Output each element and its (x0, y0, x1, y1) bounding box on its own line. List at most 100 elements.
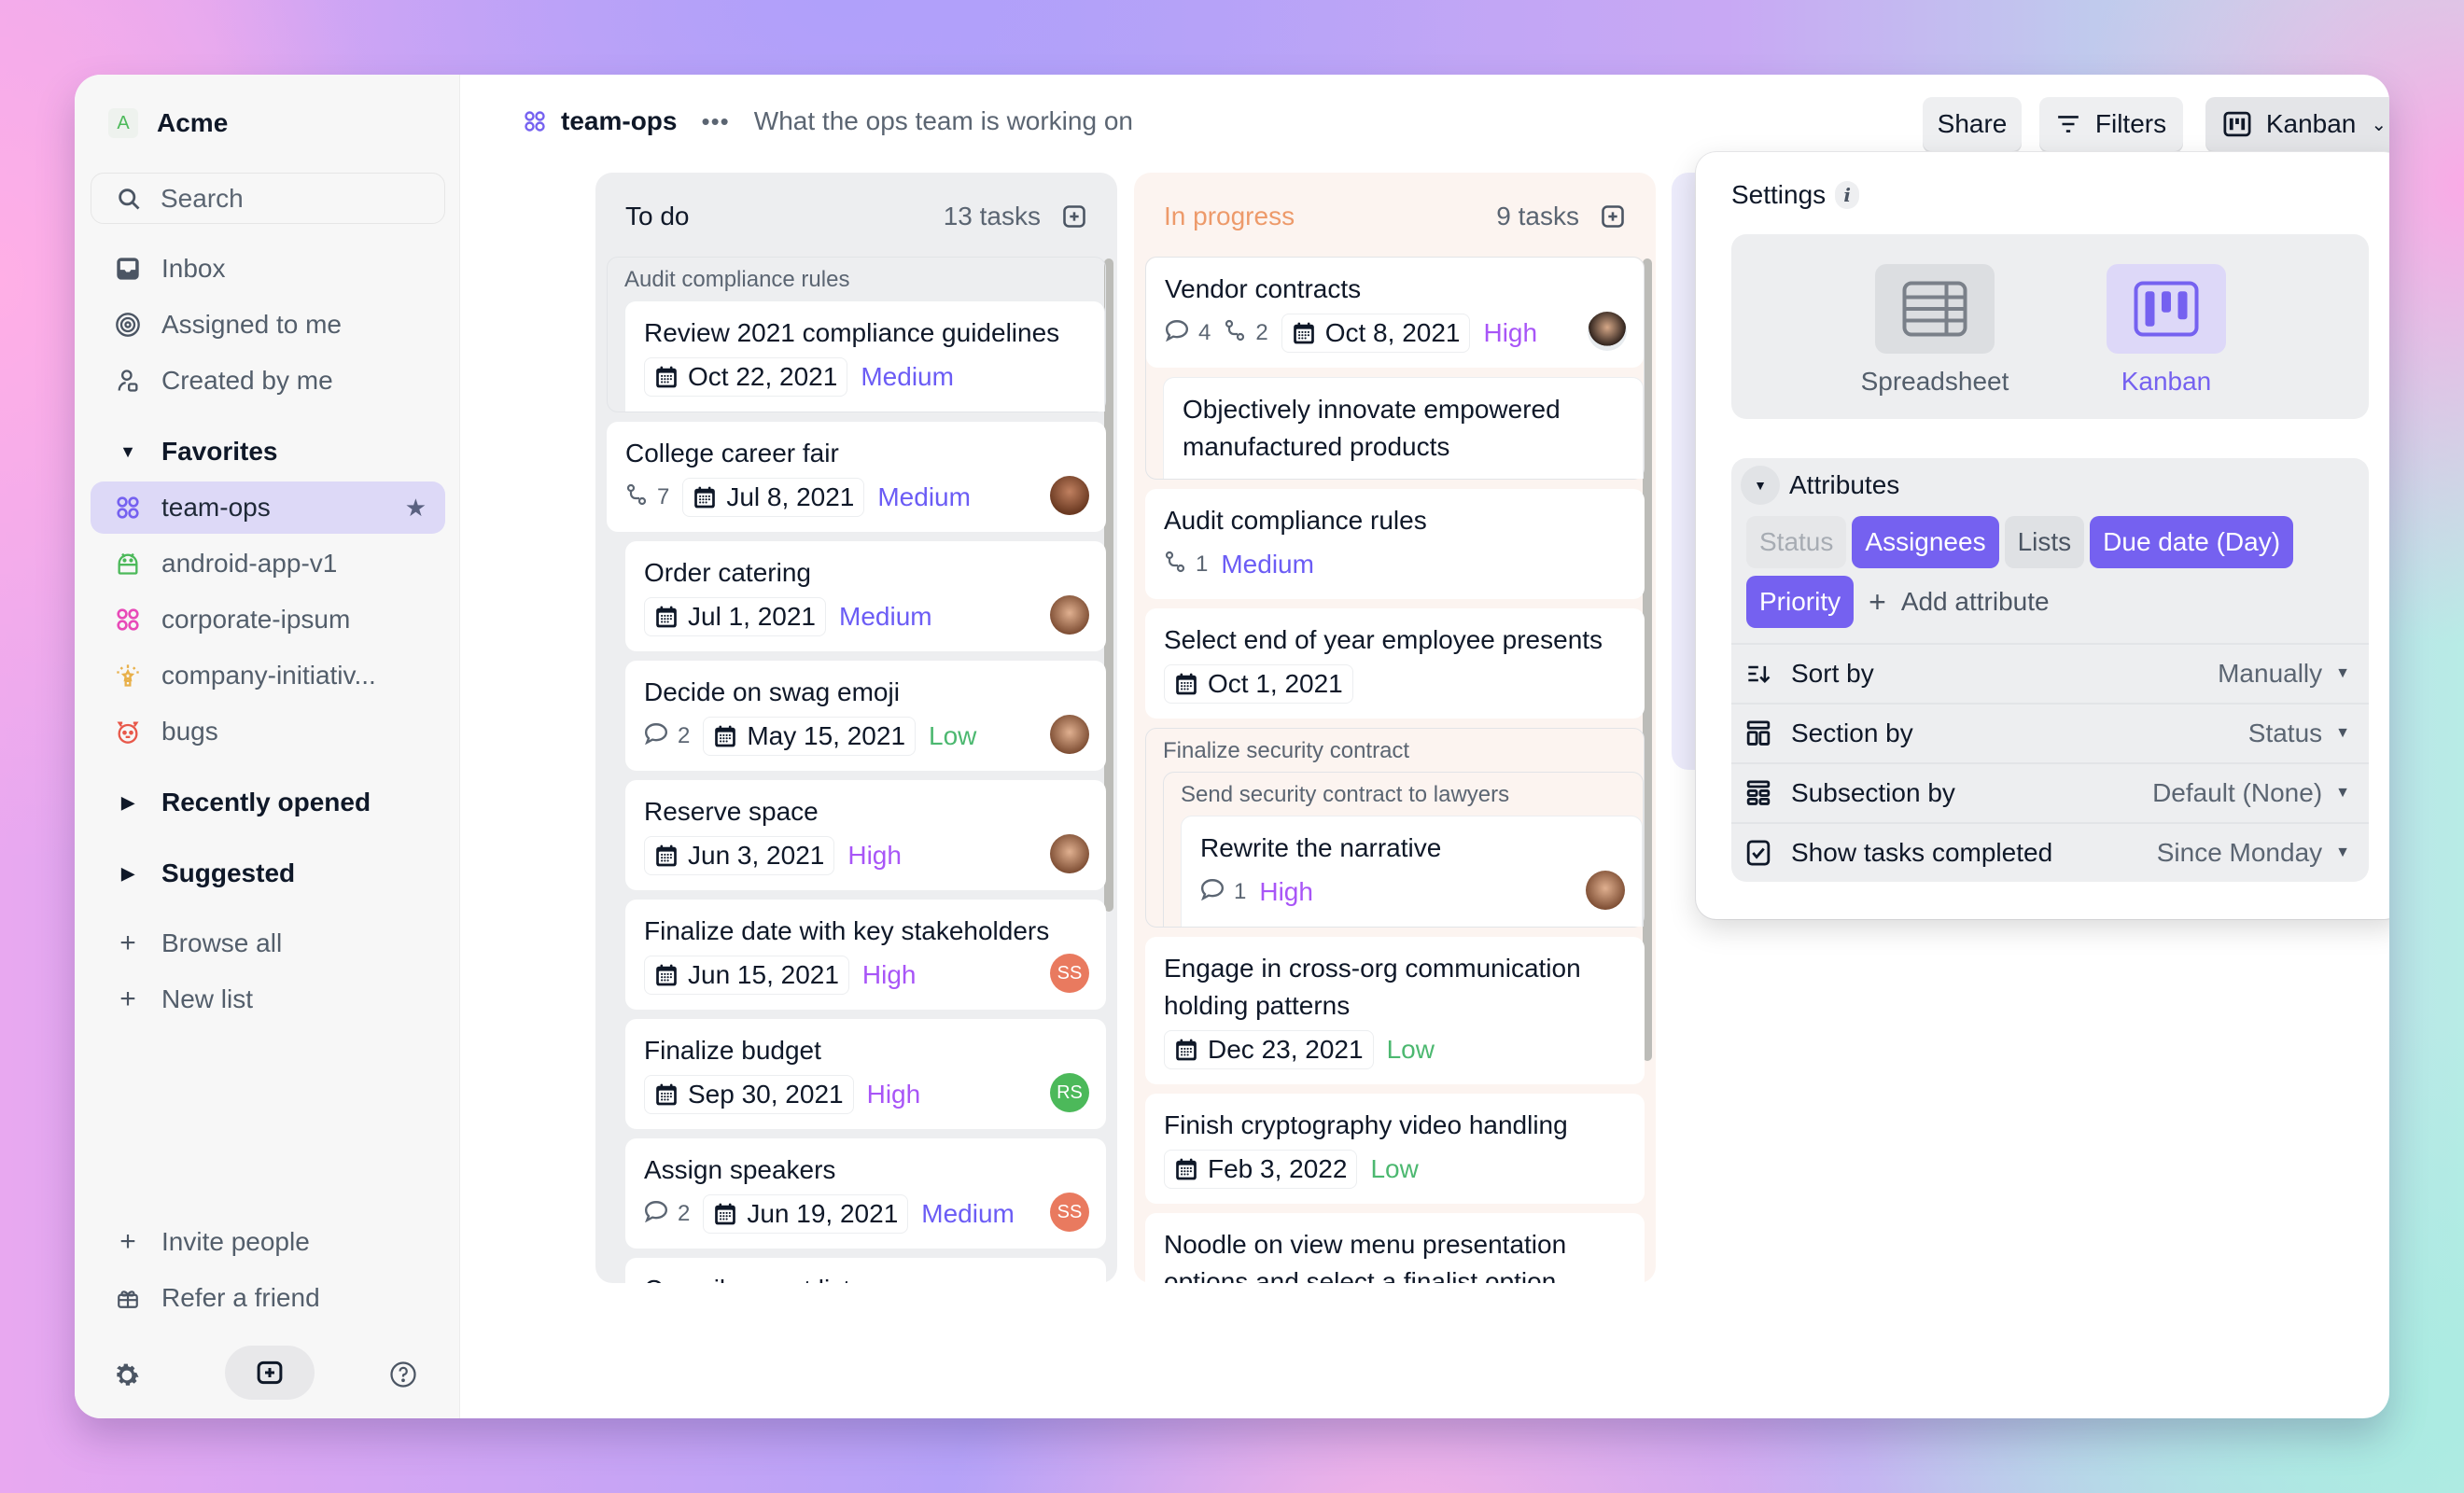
priority-label[interactable]: Medium (877, 482, 971, 512)
task-card[interactable]: Review 2021 compliance guidelines Oct 22,… (624, 300, 1105, 412)
filters-button[interactable]: Filters (2039, 97, 2183, 151)
gear-icon[interactable] (112, 1360, 142, 1395)
task-card[interactable]: Decide on swag emoji 2 May 15, 2021 Low (625, 661, 1106, 771)
priority-label[interactable]: High (1483, 318, 1537, 348)
task-card[interactable]: Finalize budget Sep 30, 2021 High RS (625, 1019, 1106, 1129)
due-date-chip[interactable]: Feb 3, 2022 (1164, 1150, 1358, 1189)
checkbox-icon[interactable] (1746, 840, 1774, 866)
subsection-by-row[interactable]: Subsection by Default (None) ▼ (1731, 762, 2369, 822)
priority-label[interactable]: Medium (921, 1199, 1015, 1229)
priority-label[interactable]: High (862, 960, 917, 990)
assignee-avatar[interactable] (1588, 312, 1627, 351)
add-task-icon[interactable] (1600, 203, 1626, 230)
attributes-header[interactable]: ▼ Attributes (1741, 466, 1899, 505)
sidebar-item-team-ops[interactable]: team-ops ★ (91, 481, 445, 534)
sidebar-item-assigned[interactable]: Assigned to me (91, 299, 445, 351)
attribute-tag-status[interactable]: Status (1746, 516, 1847, 568)
assignee-avatar[interactable] (1050, 715, 1089, 754)
priority-label[interactable]: Medium (839, 602, 932, 632)
priority-label[interactable]: High (1259, 877, 1313, 907)
group-label[interactable]: Audit compliance rules (608, 267, 1105, 300)
due-date-chip[interactable]: Oct 8, 2021 (1281, 314, 1471, 353)
task-card[interactable]: Audit compliance rules 1 Medium (1145, 489, 1645, 599)
sidebar-item-android-app[interactable]: android-app-v1 (91, 537, 445, 590)
sidebar-item-bugs[interactable]: bugs (91, 705, 445, 758)
attribute-tag-assignees[interactable]: Assignees (1852, 516, 1999, 568)
priority-label[interactable]: Low (1370, 1154, 1418, 1184)
due-date-chip[interactable]: Jun 15, 2021 (644, 956, 849, 995)
list-description[interactable]: What the ops team is working on (754, 106, 1133, 136)
recently-opened-header[interactable]: ▶ Recently opened (91, 776, 371, 829)
assignee-avatar[interactable] (1050, 595, 1089, 635)
task-card[interactable]: Noodle on view menu presentation options… (1145, 1213, 1645, 1283)
due-date-chip[interactable]: Jul 8, 2021 (682, 478, 865, 517)
subgroup-label[interactable]: Send security contract to lawyers (1164, 782, 1643, 816)
assignee-avatar[interactable] (1050, 476, 1089, 515)
task-card[interactable]: Vendor contracts 4 2 Oct 8, 2021 High (1146, 258, 1644, 368)
task-card[interactable]: Compile guest listJun 22, 2021LowSS (625, 1258, 1106, 1283)
suggested-header[interactable]: ▶ Suggested (91, 847, 295, 900)
attribute-tag-due-date[interactable]: Due date (Day) (2090, 516, 2294, 568)
assignee-avatar[interactable] (1586, 871, 1625, 910)
due-date-chip[interactable]: May 15, 2021 (703, 717, 917, 756)
add-task-icon[interactable] (1061, 203, 1087, 230)
due-date-chip[interactable]: Oct 1, 2021 (1164, 664, 1353, 704)
task-card[interactable]: College career fair 7 Jul 8, 2021 Medium (607, 422, 1106, 532)
refer-friend-link[interactable]: Refer a friend (91, 1272, 445, 1324)
task-card[interactable]: Finalize date with key stakeholders Jun 1… (625, 900, 1106, 1010)
caret-down-icon[interactable]: ▼ (1741, 466, 1780, 505)
more-options-icon[interactable]: ••• (701, 107, 729, 136)
star-icon[interactable]: ★ (405, 494, 427, 523)
show-completed-row[interactable]: Show tasks completed Since Monday ▼ (1731, 822, 2369, 882)
assignee-avatar[interactable] (1050, 834, 1089, 873)
due-date-chip[interactable]: Oct 22, 2021 (644, 357, 848, 397)
new-item-button[interactable] (225, 1346, 315, 1400)
due-date-chip[interactable]: Jun 3, 2021 (644, 836, 835, 875)
attribute-tag-lists[interactable]: Lists (2004, 516, 2085, 568)
sidebar-item-corporate-ipsum[interactable]: corporate-ipsum (91, 593, 445, 646)
due-date-chip[interactable]: Dec 23, 2021 (1164, 1030, 1374, 1069)
search-box[interactable] (91, 173, 445, 224)
task-card[interactable]: Select end of year employee presents Oct … (1145, 608, 1645, 719)
search-input[interactable] (161, 183, 422, 214)
priority-label[interactable]: Medium (861, 362, 954, 392)
task-card[interactable]: Engage in cross-org communication holdin… (1145, 937, 1645, 1084)
list-name[interactable]: team-ops (561, 106, 677, 136)
sidebar-item-company-initiatives[interactable]: company-initiativ... (91, 649, 445, 702)
group-label[interactable]: Finalize security contract (1146, 738, 1644, 772)
task-card[interactable]: Objectively innovate empowered manufactu… (1163, 377, 1644, 479)
assignee-avatar[interactable]: RS (1050, 1073, 1089, 1112)
info-icon[interactable]: i (1835, 181, 1860, 209)
sidebar-item-created[interactable]: Created by me (91, 355, 445, 407)
view-option-kanban[interactable]: Kanban (2073, 264, 2260, 397)
due-date-chip[interactable]: Sep 30, 2021 (644, 1075, 854, 1114)
due-date-chip[interactable]: Jun 19, 2021 (703, 1194, 909, 1234)
priority-label[interactable]: High (867, 1080, 921, 1109)
browse-all-link[interactable]: + Browse all (91, 917, 445, 970)
invite-people-link[interactable]: + Invite people (91, 1216, 445, 1268)
assignee-avatar[interactable]: SS (1050, 954, 1089, 993)
due-date-chip[interactable]: Jul 1, 2021 (644, 597, 826, 636)
sort-by-row[interactable]: Sort by Manually ▼ (1731, 643, 2369, 703)
share-button[interactable]: Share (1923, 97, 2022, 151)
priority-label[interactable]: Low (1387, 1035, 1435, 1065)
help-icon[interactable] (389, 1360, 417, 1393)
priority-label[interactable]: High (847, 841, 902, 871)
sidebar-item-inbox[interactable]: Inbox (91, 243, 445, 295)
priority-label[interactable]: Medium (1221, 550, 1314, 579)
task-card[interactable]: Order catering Jul 1, 2021 Medium (625, 541, 1106, 651)
view-option-spreadsheet[interactable]: Spreadsheet (1841, 264, 2028, 397)
favorites-header[interactable]: ▼ Favorites (91, 426, 277, 478)
add-attribute-button[interactable]: + Add attribute (1859, 576, 2062, 628)
priority-label[interactable]: Low (929, 721, 976, 751)
view-switcher-button[interactable]: Kanban ⌄ (2205, 97, 2389, 151)
task-card[interactable]: Rewrite the narrative 1 High (1181, 816, 1643, 927)
task-card[interactable]: Assign speakers 2 Jun 19, 2021 Medium SS (625, 1138, 1106, 1249)
new-list-link[interactable]: + New list (91, 973, 445, 1026)
task-card[interactable]: Finish cryptography video handling Feb 3,… (1145, 1094, 1645, 1204)
task-card[interactable]: Reserve space Jun 3, 2021 High (625, 780, 1106, 890)
attribute-tag-priority[interactable]: Priority (1746, 576, 1855, 628)
section-by-row[interactable]: Section by Status ▼ (1731, 703, 2369, 762)
assignee-avatar[interactable]: SS (1050, 1193, 1089, 1232)
workspace-switcher[interactable]: A Acme (108, 108, 228, 138)
